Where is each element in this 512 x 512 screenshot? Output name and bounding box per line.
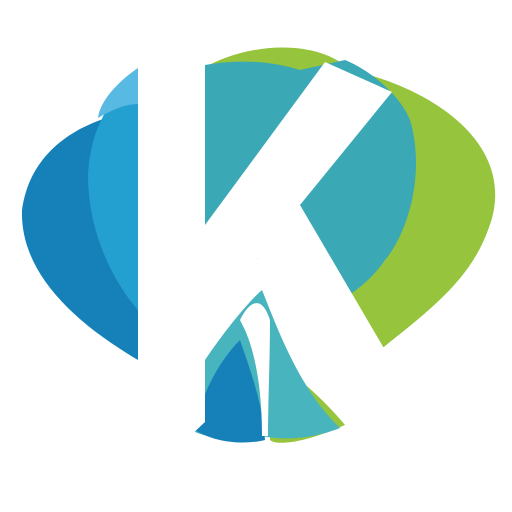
k-logo-icon xyxy=(21,47,496,443)
app-icon-canvas xyxy=(0,0,512,512)
